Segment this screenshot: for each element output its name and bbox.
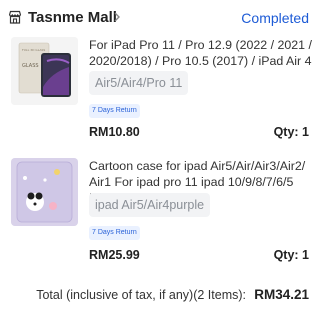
total-label: Total (inclusive of tax, if any)(2 Items… (36, 288, 246, 302)
order-total-row: Total (inclusive of tax, if any)(2 Items… (0, 286, 320, 304)
product-variant: Air5/Air4/Pro 11 (89, 71, 189, 95)
return-policy-badge: 7 Days Return (89, 226, 140, 240)
svg-text:GLASS: GLASS (22, 63, 39, 69)
product-price: RM10.80 (89, 125, 140, 139)
product-price: RM25.99 (89, 248, 140, 262)
cartoon-case-product-image[interactable] (11, 158, 78, 226)
order-status: Completed (241, 10, 309, 26)
product-variant: ipad Air5/Air4purple (89, 193, 211, 217)
svg-text:FULL 3D GLASS: FULL 3D GLASS (22, 48, 45, 52)
return-policy-badge: 7 Days Return (89, 104, 140, 118)
total-amount: RM34.21 (254, 287, 309, 302)
screen-protector-product-image[interactable]: FULL 3D GLASS GLASS (11, 37, 78, 105)
store-name[interactable]: Tasnme Mall (28, 9, 117, 26)
store-icon (8, 10, 22, 24)
chevron-right-icon[interactable] (112, 10, 122, 24)
store-header[interactable]: Tasnme Mall Completed (0, 0, 320, 36)
product-quantity: Qty: 1 (273, 125, 309, 139)
product-quantity: Qty: 1 (273, 248, 309, 262)
